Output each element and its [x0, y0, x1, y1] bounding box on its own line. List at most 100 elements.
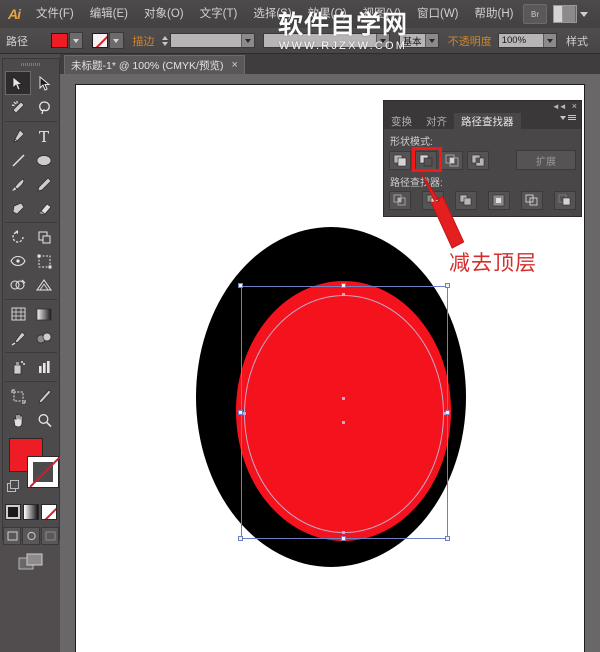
menu-type[interactable]: 文字(T)	[192, 0, 246, 28]
slice-tool[interactable]	[31, 384, 57, 408]
brush-combo[interactable]	[263, 33, 391, 48]
illustrator-window: Ai 文件(F) 编辑(E) 对象(O) 文字(T) 选择(S) 效果(C) 视…	[0, 0, 600, 652]
crop-button[interactable]	[488, 191, 510, 210]
blob-brush-tool[interactable]	[5, 196, 31, 220]
tools-panel-grip[interactable]	[3, 59, 59, 70]
gradient-tool[interactable]	[31, 302, 57, 326]
fill-color-swatch[interactable]	[51, 33, 68, 48]
eraser-tool[interactable]	[31, 196, 57, 220]
tools-divider-2	[5, 222, 57, 223]
stroke-dropdown-button[interactable]	[109, 32, 124, 49]
anchor-point-left[interactable]	[243, 412, 246, 415]
anchor-point-top[interactable]	[342, 293, 345, 296]
bridge-button[interactable]: Br	[523, 4, 547, 24]
column-graph-tool[interactable]	[31, 355, 57, 379]
selection-handle-tr[interactable]	[445, 283, 450, 288]
eyedropper-tool[interactable]	[5, 326, 31, 350]
blend-tool[interactable]	[31, 326, 57, 350]
selection-handle-bc[interactable]	[341, 536, 346, 541]
full-screen-menubar-button[interactable]	[22, 527, 40, 545]
lasso-tool[interactable]	[31, 95, 57, 119]
scale-tool[interactable]	[31, 225, 57, 249]
color-fill-button[interactable]	[5, 504, 21, 520]
chevron-down-icon	[240, 34, 254, 47]
swap-fill-stroke-icon[interactable]	[7, 480, 19, 492]
workspace-switcher[interactable]	[553, 5, 588, 23]
shape-modes-label: 形状模式:	[390, 137, 433, 148]
workspace-layout-icon	[553, 5, 577, 23]
panel-menu-button[interactable]	[560, 115, 576, 121]
menu-file[interactable]: 文件(F)	[28, 0, 82, 28]
fill-dropdown-button[interactable]	[68, 32, 84, 49]
style-combo[interactable]: 基本	[398, 33, 440, 48]
opacity-label: 不透明度	[447, 35, 492, 48]
tools-grid: T	[3, 70, 59, 433]
anchor-point-bottom[interactable]	[342, 531, 345, 534]
type-tool[interactable]: T	[31, 124, 57, 148]
menu-edit[interactable]: 编辑(E)	[82, 0, 136, 28]
close-icon[interactable]: ×	[231, 59, 237, 71]
paintbrush-tool[interactable]	[5, 172, 31, 196]
none-fill-button[interactable]	[41, 504, 57, 520]
menu-view[interactable]: 视图(V)	[355, 0, 409, 28]
tab-transform[interactable]: 变换	[384, 113, 419, 129]
opacity-value: 100%	[501, 35, 527, 46]
pen-tool[interactable]	[5, 124, 31, 148]
rotate-tool[interactable]	[5, 225, 31, 249]
stroke-color-box[interactable]	[27, 456, 59, 488]
menu-window[interactable]: 窗口(W)	[409, 0, 467, 28]
menu-bar: Ai 文件(F) 编辑(E) 对象(O) 文字(T) 选择(S) 效果(C) 视…	[0, 0, 600, 29]
tools-divider-3	[5, 299, 57, 300]
chevron-down-icon	[580, 11, 588, 17]
tab-pathfinder[interactable]: 路径查找器	[454, 113, 521, 129]
artboard-tool[interactable]	[5, 384, 31, 408]
width-tool[interactable]	[5, 249, 31, 273]
minus-back-button[interactable]	[554, 191, 576, 210]
tools-divider-5	[5, 381, 57, 382]
selection-handle-tc[interactable]	[341, 283, 346, 288]
anchor-point-right[interactable]	[443, 412, 446, 415]
menu-help[interactable]: 帮助(H)	[467, 0, 522, 28]
magic-wand-tool[interactable]	[5, 95, 31, 119]
direct-selection-tool[interactable]	[31, 71, 57, 95]
change-screen-mode-button[interactable]	[3, 553, 59, 571]
pathfinder-panel-titlebar[interactable]: ◄◄ ×	[384, 101, 581, 112]
shape-builder-tool[interactable]	[5, 273, 31, 297]
pencil-tool[interactable]	[31, 172, 57, 196]
selection-handle-bl[interactable]	[238, 536, 243, 541]
document-tab-title: 未标题-1* @ 100% (CMYK/预览)	[71, 59, 224, 72]
stroke-weight-combo[interactable]	[169, 33, 255, 48]
stroke-color-swatch[interactable]	[91, 33, 109, 48]
stroke-weight-stepper[interactable]	[160, 33, 169, 48]
perspective-grid-tool[interactable]	[31, 273, 57, 297]
outline-button[interactable]	[521, 191, 543, 210]
mesh-tool[interactable]	[5, 302, 31, 326]
tools-panel: T	[2, 58, 60, 570]
collapse-icon[interactable]: ◄◄	[552, 102, 567, 111]
tools-divider-4	[5, 352, 57, 353]
zoom-tool[interactable]	[31, 408, 57, 432]
anchor-point-center-2[interactable]	[342, 421, 345, 424]
chevron-down-icon	[425, 34, 439, 47]
tab-align[interactable]: 对齐	[419, 113, 454, 129]
hand-tool[interactable]	[5, 408, 31, 432]
ellipse-tool[interactable]	[31, 148, 57, 172]
close-icon[interactable]: ×	[572, 102, 577, 111]
document-tab[interactable]: 未标题-1* @ 100% (CMYK/预览) ×	[64, 55, 245, 74]
object-type-label: 路径	[6, 35, 28, 48]
symbol-sprayer-tool[interactable]	[5, 355, 31, 379]
selection-handle-tl[interactable]	[238, 283, 243, 288]
selection-tool[interactable]	[5, 71, 31, 95]
anchor-point-center[interactable]	[342, 397, 345, 400]
normal-screen-mode-button[interactable]	[3, 527, 21, 545]
free-transform-tool[interactable]	[31, 249, 57, 273]
gradient-fill-button[interactable]	[23, 504, 39, 520]
full-screen-button[interactable]	[41, 527, 59, 545]
menu-object[interactable]: 对象(O)	[136, 0, 192, 28]
selection-handle-br[interactable]	[445, 536, 450, 541]
menu-effect[interactable]: 效果(C)	[300, 0, 355, 28]
expand-button[interactable]: 扩展	[516, 150, 576, 170]
line-segment-tool[interactable]	[5, 148, 31, 172]
menu-select[interactable]: 选择(S)	[245, 0, 299, 28]
opacity-combo[interactable]: 100%	[497, 33, 558, 48]
